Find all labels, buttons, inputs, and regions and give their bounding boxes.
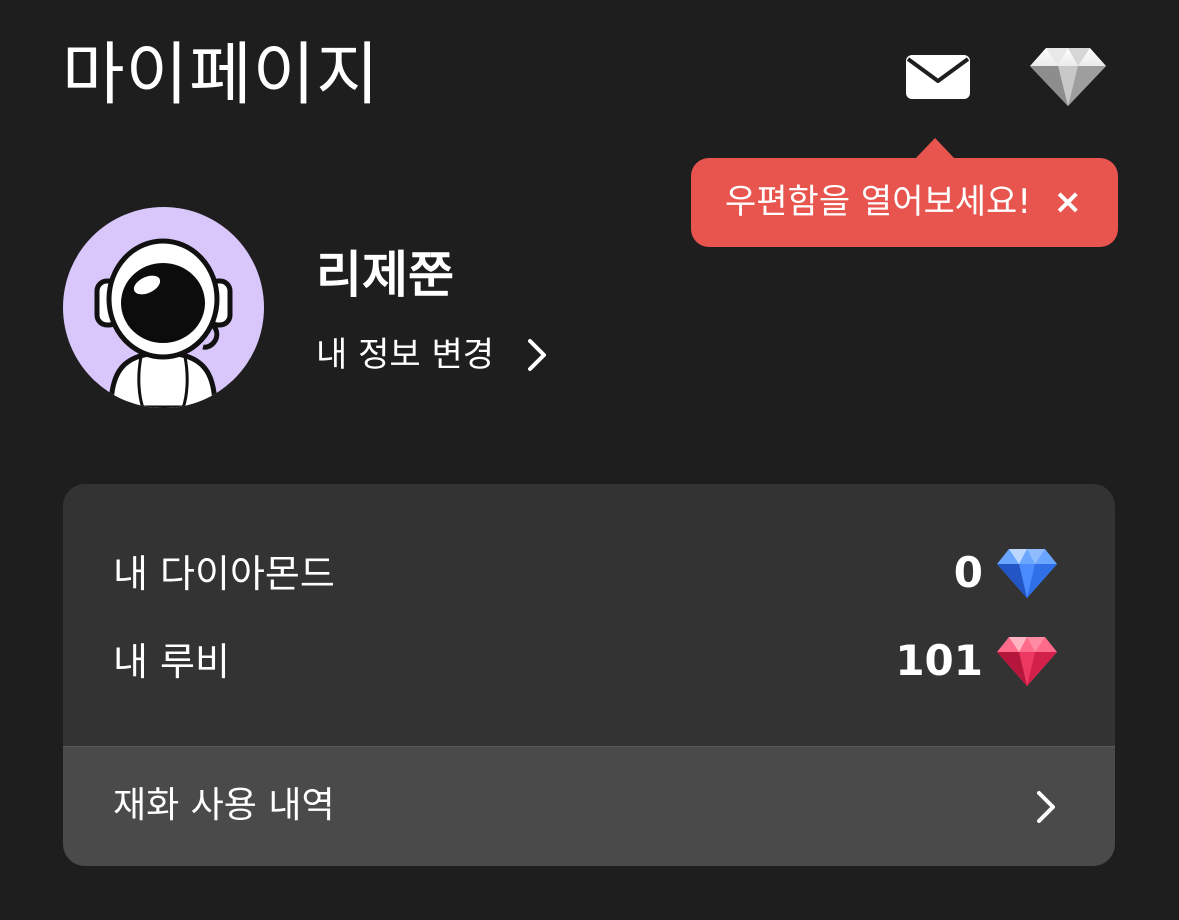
profile-name: 리제쭌 xyxy=(316,246,454,304)
my-page-screen: 마이페이지 우편함을 열어보세요! × 리제쭌 내 정보 변경 내 다이아몬드 … xyxy=(0,0,1179,920)
mailbox-tooltip: 우편함을 열어보세요! × xyxy=(691,138,1118,247)
edit-profile-link[interactable]: 내 정보 변경 xyxy=(316,332,550,378)
edit-profile-label: 내 정보 변경 xyxy=(316,335,495,375)
ruby-value: 101 xyxy=(895,636,983,685)
diamond-row: 내 다이아몬드 0 xyxy=(63,538,1115,608)
envelope-icon[interactable] xyxy=(904,52,972,102)
ruby-label: 내 루비 xyxy=(113,640,230,684)
tooltip-close-button[interactable]: × xyxy=(1054,184,1083,220)
currency-history-button[interactable]: 재화 사용 내역 xyxy=(63,746,1115,866)
red-ruby-icon xyxy=(997,637,1057,686)
astronaut-avatar[interactable] xyxy=(63,207,264,408)
diamond-value: 0 xyxy=(953,548,983,597)
chevron-right-icon xyxy=(528,339,547,371)
ruby-row: 내 루비 101 xyxy=(63,626,1115,696)
chevron-right-icon xyxy=(1037,791,1055,823)
diamond-icon[interactable] xyxy=(1028,44,1108,108)
currency-card: 내 다이아몬드 0 내 루비 101 재화 사용 내역 xyxy=(63,484,1115,866)
blue-diamond-icon xyxy=(997,549,1057,598)
page-title: 마이페이지 xyxy=(62,36,380,115)
tooltip-text: 우편함을 열어보세요! xyxy=(725,182,1031,222)
diamond-label: 내 다이아몬드 xyxy=(113,552,335,596)
currency-history-label: 재화 사용 내역 xyxy=(113,785,335,826)
